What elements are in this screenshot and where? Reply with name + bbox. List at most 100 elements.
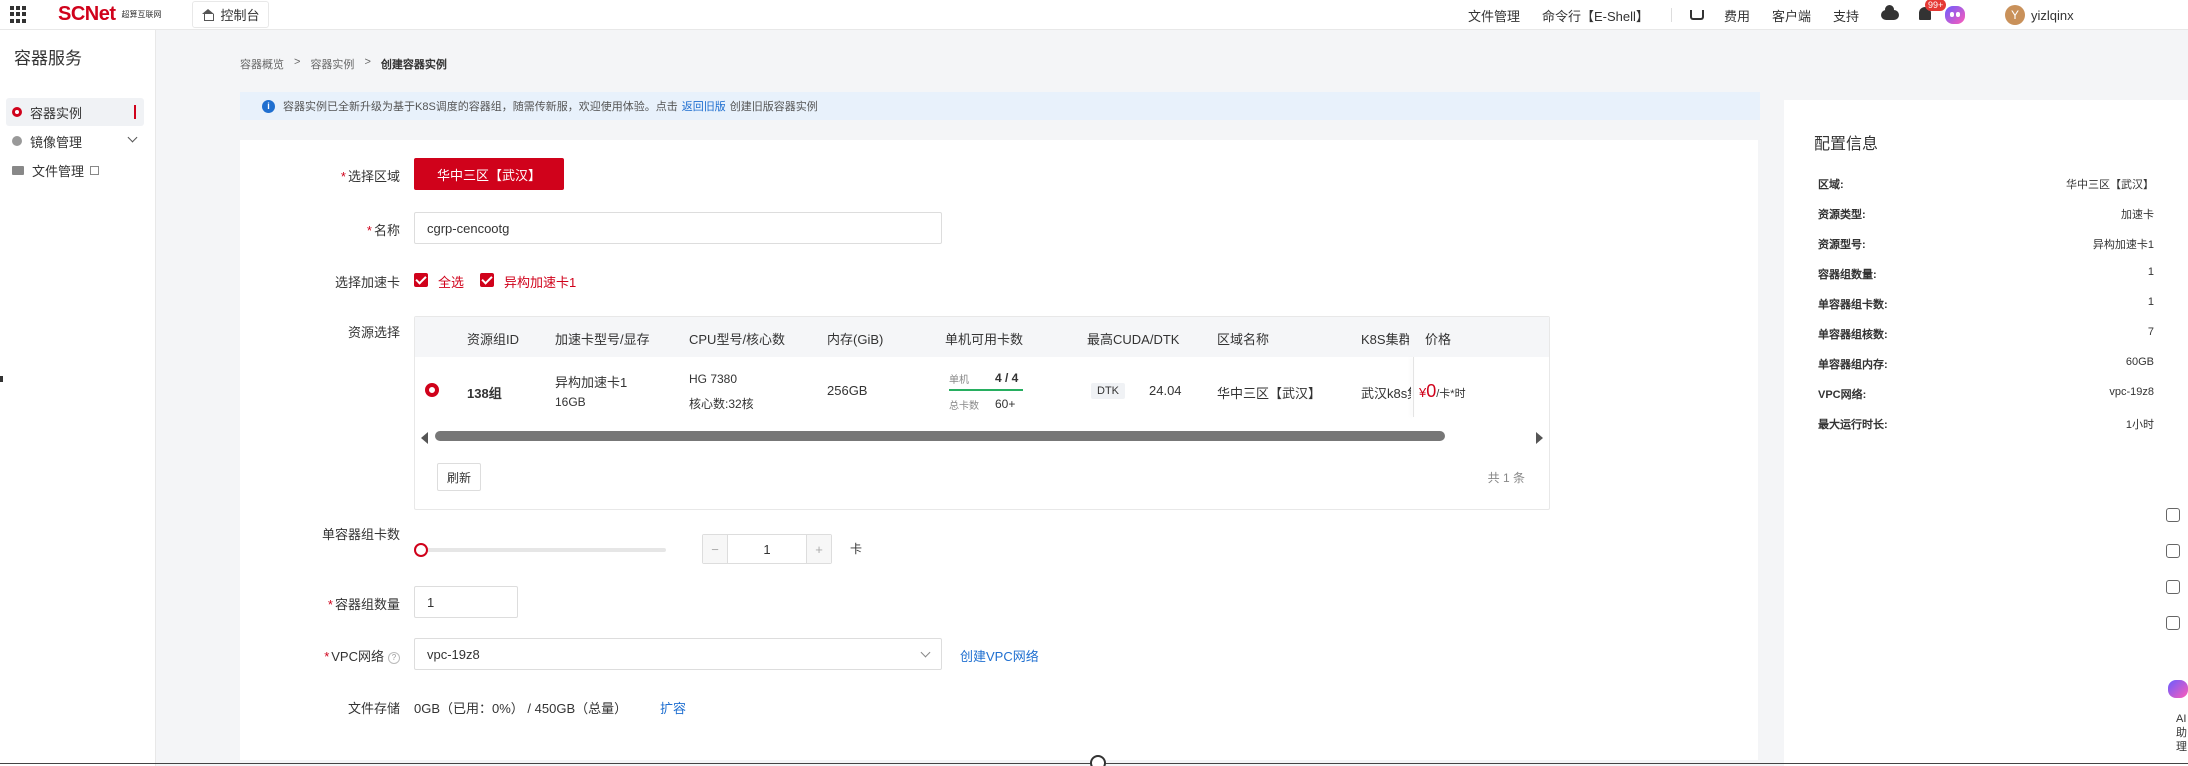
folder-icon <box>12 165 24 175</box>
th-k8s: K8S集群 <box>1361 332 1409 347</box>
sidebar-title: 容器服务 <box>14 49 82 68</box>
storage-label: 文件存储 <box>347 701 400 716</box>
active-indicator <box>134 105 136 119</box>
message-icon[interactable] <box>2166 616 2180 630</box>
breadcrumb-overview[interactable]: 容器概览 <box>240 56 284 72</box>
th-region: 区域名称 <box>1217 332 1270 347</box>
scroll-thumb[interactable] <box>435 431 1445 441</box>
vpc-value: vpc-19z8 <box>427 646 480 662</box>
dtk-tag: DTK <box>1091 383 1125 399</box>
cards-label: 单容器组卡数 <box>321 527 400 542</box>
username[interactable]: yizlqinx <box>2031 8 2074 23</box>
th-cards: 单机可用卡数 <box>945 332 1024 347</box>
nav-client[interactable]: 客户端 <box>1772 6 1811 25</box>
notification-badge: 99+ <box>1924 0 1947 11</box>
row-total-value: 60+ <box>995 397 1016 411</box>
resource-radio[interactable] <box>425 383 439 397</box>
breadcrumb: 容器概览 > 容器实例 > 创建容器实例 <box>240 56 447 72</box>
nav-eshell[interactable]: 命令行【E-Shell】 <box>1542 6 1649 25</box>
accel-option-label[interactable]: 异构加速卡1 <box>504 272 576 291</box>
region-label: * 选择区域 <box>340 169 400 184</box>
create-form-card: * 选择区域 华中三区【武汉】 * 名称 cgrp-cencootg 选择加速卡 全… <box>240 140 1758 760</box>
image-dot-icon <box>12 136 22 146</box>
breadcrumb-separator: > <box>294 56 301 68</box>
config-row: 单容器组卡数: 1 <box>1818 296 2154 311</box>
feedback-icon[interactable] <box>2166 580 2180 594</box>
chevron-down-icon <box>127 132 138 143</box>
notification-button[interactable]: 99+ <box>1918 0 1947 23</box>
nav-support[interactable]: 支持 <box>1833 6 1859 25</box>
th-id: 资源组ID <box>467 332 520 347</box>
headset-icon[interactable] <box>2166 508 2180 522</box>
cards-slider-handle[interactable] <box>414 543 428 557</box>
notice-banner: i 容器实例已全新升级为基于K8S调度的容器组，随需传新服，欢迎使用体验。点击 … <box>240 92 1760 120</box>
assistant-bot-icon[interactable] <box>1944 6 1965 24</box>
ai-assistant-label[interactable]: AI助理 <box>2176 712 2188 754</box>
cloud-icon[interactable] <box>1880 5 1899 20</box>
count-input[interactable]: 1 <box>414 586 518 618</box>
name-input[interactable]: cgrp-cencootg <box>414 212 942 244</box>
row-memory: 256GB <box>827 383 868 398</box>
scroll-left-icon[interactable] <box>421 432 428 444</box>
resource-label: 资源选择 <box>347 325 400 340</box>
horizontal-scrollbar[interactable] <box>435 429 1531 441</box>
top-bar: SCNet 超算互联网 控制台 文件管理 命令行【E-Shell】 费用 客户端… <box>0 0 2188 30</box>
region-button[interactable]: 华中三区【武汉】 <box>414 158 564 190</box>
nav-billing[interactable]: 费用 <box>1724 6 1750 25</box>
notice-suffix: 创建旧版容器实例 <box>729 101 818 113</box>
sidebar-item-image-manage[interactable]: 镜像管理 <box>6 127 144 155</box>
th-price: 价格 <box>1425 332 1452 347</box>
edge-marker <box>0 376 3 382</box>
th-cuda: 最高CUDA/DTK <box>1087 332 1180 347</box>
config-row: 资源型号: 异构加速卡1 <box>1818 239 2154 251</box>
decrement-button[interactable]: − <box>703 535 727 563</box>
resize-handle-icon[interactable] <box>1090 755 1106 766</box>
config-row: 单容器组核数: 7 <box>1818 326 2154 341</box>
accel-label: 选择加速卡 <box>334 275 400 290</box>
row-accel-model: 异构加速卡1 <box>555 375 628 390</box>
console-button[interactable]: 控制台 <box>191 1 269 28</box>
external-link-icon <box>90 165 100 175</box>
breadcrumb-instances[interactable]: 容器实例 <box>310 56 354 72</box>
scroll-right-icon[interactable] <box>1536 432 1543 444</box>
home-icon <box>201 8 215 21</box>
refresh-button[interactable]: 刷新 <box>437 463 481 491</box>
th-memory: 内存(GiB) <box>827 332 884 347</box>
notice-link[interactable]: 返回旧版 <box>682 98 726 114</box>
config-row: 资源类型: 加速卡 <box>1818 209 2154 221</box>
cards-value[interactable]: 1 <box>727 535 807 563</box>
cart-icon[interactable] <box>1689 10 1704 20</box>
logo[interactable]: SCNet 超算互联网 <box>58 3 170 26</box>
sidebar-item-file-manage[interactable]: 文件管理 <box>6 156 144 184</box>
select-all-label[interactable]: 全选 <box>438 272 464 291</box>
app-grid-icon[interactable] <box>10 5 28 24</box>
row-accel-mem: 16GB <box>555 395 586 409</box>
config-row: 容器组数量: 1 <box>1818 266 2154 281</box>
th-accel: 加速卡型号/显存 <box>555 332 650 347</box>
row-dtk-version: 24.04 <box>1149 383 1182 398</box>
breadcrumb-separator: > <box>364 56 371 68</box>
container-dot-icon <box>12 107 22 117</box>
create-vpc-link[interactable]: 创建VPC网络 <box>960 646 1039 665</box>
config-row: VPC网络: vpc-19z8 <box>1818 386 2154 401</box>
select-all-checkbox[interactable] <box>414 273 428 287</box>
cards-slider-track[interactable] <box>420 548 666 552</box>
nav-file-manage[interactable]: 文件管理 <box>1468 6 1520 25</box>
help-doc-icon[interactable] <box>2166 544 2180 558</box>
floating-toolbar <box>2166 508 2188 652</box>
notice-text: 容器实例已全新升级为基于K8S调度的容器组，随需传新服，欢迎使用体验。点击 <box>283 101 678 113</box>
expand-storage-link[interactable]: 扩容 <box>660 698 686 717</box>
sidebar-item-container-instance[interactable]: 容器实例 <box>6 98 144 126</box>
row-region: 华中三区【武汉】 <box>1217 386 1322 401</box>
row-single-label: 单机 <box>949 375 969 386</box>
total-count: 共 1 条 <box>1487 471 1525 485</box>
ai-assistant-icon[interactable] <box>2168 680 2188 698</box>
vpc-select[interactable]: vpc-19z8 <box>414 638 942 670</box>
accel-option-checkbox[interactable] <box>480 273 494 287</box>
increment-button[interactable]: + <box>807 535 831 563</box>
avatar[interactable]: Y <box>2004 5 2025 25</box>
name-label: * 名称 <box>366 223 400 238</box>
row-cpu-cores: 核心数:32核 <box>689 397 754 411</box>
top-nav: 文件管理 命令行【E-Shell】 费用 客户端 支持 99+ Y yizlqi… <box>1468 0 2074 30</box>
th-cpu: CPU型号/核心数 <box>689 332 786 347</box>
